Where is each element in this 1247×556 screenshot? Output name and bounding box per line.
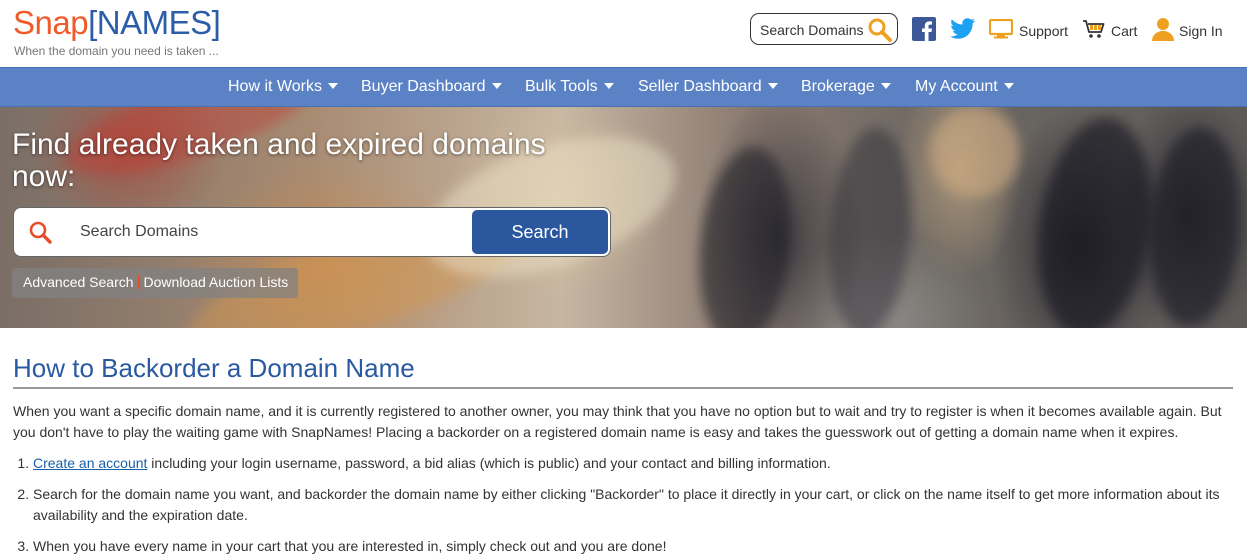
step-text: Search for the domain name you want, and… [33, 486, 1220, 523]
logo-snap: Snap [13, 4, 89, 41]
list-item: Create an account including your login u… [33, 453, 1233, 474]
tagline: When the domain you need is taken ... [14, 44, 219, 58]
main-content: How to Backorder a Domain Name When you … [13, 353, 1233, 556]
nav-label: Brokerage [801, 78, 875, 95]
nav-label: How it Works [228, 78, 322, 95]
advanced-search-link[interactable]: Advanced Search [23, 274, 134, 290]
twitter-icon[interactable] [950, 18, 976, 45]
caret-down-icon [767, 82, 778, 89]
site-header: Snap[NAMES] When the domain you need is … [0, 0, 1247, 67]
nav-my-account[interactable]: My Account [915, 78, 1014, 96]
monitor-icon [988, 18, 1014, 42]
search-icon [867, 17, 893, 48]
hero-background-figure [930, 107, 1020, 197]
step-text: When you have every name in your cart th… [33, 538, 667, 554]
caret-down-icon [880, 82, 891, 89]
nav-label: Bulk Tools [525, 78, 598, 95]
support-link[interactable]: Support [988, 18, 1069, 42]
support-label: Support [1019, 22, 1069, 39]
facebook-icon[interactable] [912, 17, 936, 46]
sign-in-link[interactable]: Sign In [1152, 17, 1223, 44]
hero-background-figure [689, 142, 801, 328]
cart-icon [1082, 19, 1106, 42]
nav-label: Buyer Dashboard [361, 78, 486, 95]
hero-search-bar: Search [13, 207, 611, 257]
user-icon [1152, 17, 1174, 44]
logo-bracket-open: [ [88, 4, 97, 41]
hero-banner: Find already taken and expired domains n… [0, 107, 1247, 328]
step-text: including your login username, password,… [147, 455, 831, 471]
link-separator [137, 275, 140, 289]
logo-names: NAMES [96, 4, 212, 41]
search-icon [28, 220, 54, 251]
nav-label: Seller Dashboard [638, 78, 762, 95]
hero-title: Find already taken and expired domains n… [12, 128, 546, 193]
nav-how-it-works[interactable]: How it Works [228, 78, 338, 96]
snapnames-logo[interactable]: Snap[NAMES] [13, 4, 221, 42]
nav-seller-dashboard[interactable]: Seller Dashboard [638, 78, 778, 96]
cart-link[interactable]: Cart [1082, 19, 1137, 42]
hero-background-figure [1143, 124, 1247, 328]
main-nav: How it Works Buyer Dashboard Bulk Tools … [0, 67, 1247, 107]
sign-in-label: Sign In [1179, 22, 1223, 39]
nav-label: My Account [915, 78, 998, 95]
header-search-button[interactable]: Search Domains [750, 13, 898, 45]
list-item: Search for the domain name you want, and… [33, 484, 1233, 526]
caret-down-icon [603, 82, 614, 89]
caret-down-icon [327, 82, 338, 89]
domain-search-input[interactable] [80, 218, 460, 246]
nav-bulk-tools[interactable]: Bulk Tools [525, 78, 614, 96]
hero-background-figure [822, 124, 918, 328]
nav-buyer-dashboard[interactable]: Buyer Dashboard [361, 78, 502, 96]
download-auction-lists-link[interactable]: Download Auction Lists [144, 274, 289, 290]
logo-bracket-close: ] [211, 4, 221, 41]
page-heading: How to Backorder a Domain Name [13, 353, 1233, 389]
intro-paragraph: When you want a specific domain name, an… [13, 403, 1222, 440]
hero-links-bar: Advanced Search Download Auction Lists [12, 268, 299, 298]
list-item: When you have every name in your cart th… [33, 536, 1233, 556]
nav-brokerage[interactable]: Brokerage [801, 78, 891, 96]
header-search-label: Search Domains [760, 22, 864, 38]
cart-label: Cart [1111, 22, 1138, 39]
search-button[interactable]: Search [472, 210, 608, 254]
create-account-link[interactable]: Create an account [33, 455, 147, 471]
caret-down-icon [1003, 82, 1014, 89]
caret-down-icon [491, 82, 502, 89]
steps-list: Create an account including your login u… [13, 453, 1233, 556]
hero-background-figure [1025, 110, 1165, 328]
